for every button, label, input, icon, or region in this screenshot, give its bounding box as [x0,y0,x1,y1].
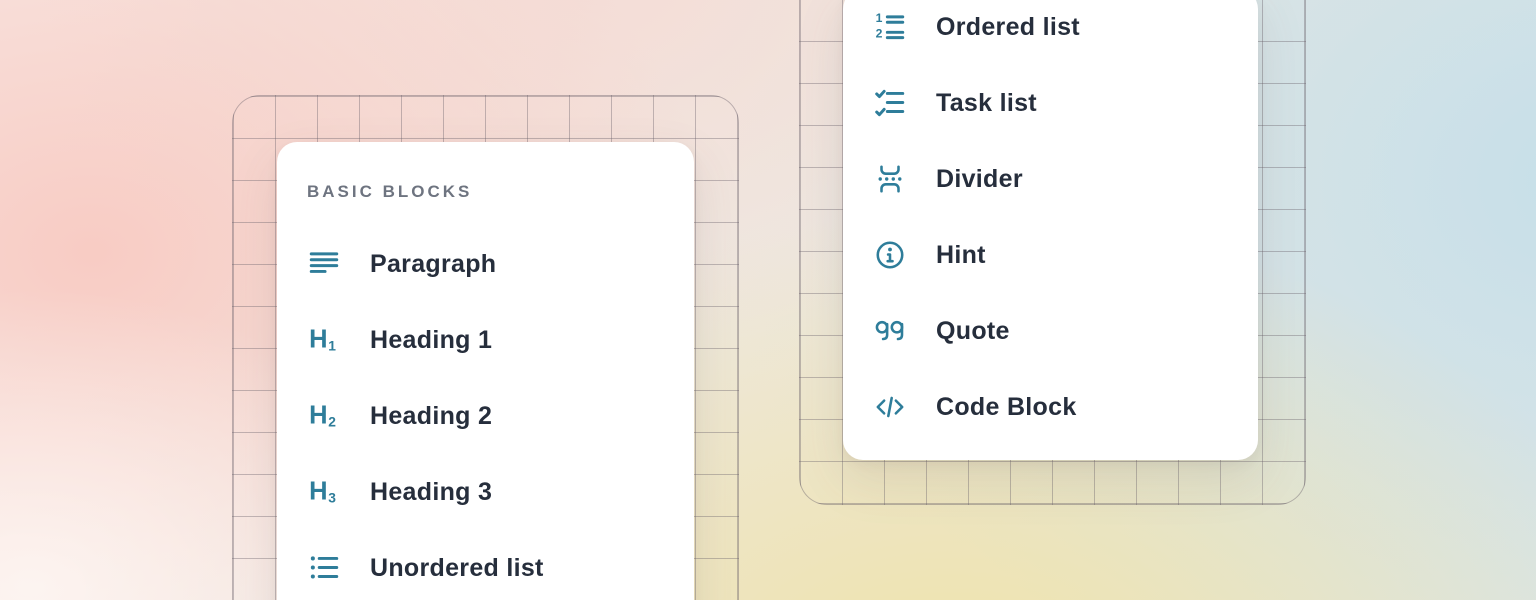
icon-unordered-list [307,551,341,585]
basic-blocks-list: Paragraph Heading 1 Heading 2 Heading 3 … [307,226,664,600]
icon-quote [873,314,907,348]
block-menu-item[interactable]: Paragraph [307,226,664,302]
icon-task-list [873,86,907,120]
block-menu-item-label: Heading 1 [370,326,492,355]
block-menu-item-label: Ordered list [936,13,1080,42]
block-menu-item[interactable]: Heading 1 [307,302,664,378]
icon-heading-1 [307,323,341,357]
block-menu-item[interactable]: Ordered list [873,0,1228,65]
hero-background: BASIC BLOCKS Paragraph Heading 1 Heading… [0,0,1536,600]
block-menu-item-label: Paragraph [370,250,496,279]
icon-divider [873,162,907,196]
icon-heading-3 [307,475,341,509]
block-menu-item-label: Hint [936,241,986,270]
block-menu-item-label: Quote [936,317,1010,346]
icon-paragraph [307,247,341,281]
block-menu-advanced-blocks: Ordered list Task list Divider Hint Quot… [843,0,1258,460]
block-menu-item[interactable]: Hint [873,217,1228,293]
block-menu-item-label: Task list [936,89,1037,118]
block-menu-item[interactable]: Heading 3 [307,454,664,530]
block-menu-item[interactable]: Code Block [873,369,1228,445]
block-menu-item[interactable]: Task list [873,65,1228,141]
advanced-blocks-list: Ordered list Task list Divider Hint Quot… [873,0,1228,445]
block-menu-item-label: Heading 2 [370,402,492,431]
icon-code-block [873,390,907,424]
basic-blocks-header: BASIC BLOCKS [307,182,664,202]
block-menu-item-label: Code Block [936,393,1077,422]
icon-hint [873,238,907,272]
icon-ordered-list [873,10,907,44]
block-menu-item[interactable]: Quote [873,293,1228,369]
block-menu-item-label: Unordered list [370,554,544,583]
block-menu-item-label: Heading 3 [370,478,492,507]
icon-heading-2 [307,399,341,433]
block-menu-item[interactable]: Unordered list [307,530,664,600]
block-menu-basic-blocks: BASIC BLOCKS Paragraph Heading 1 Heading… [277,142,694,600]
block-menu-item[interactable]: Divider [873,141,1228,217]
block-menu-item-label: Divider [936,165,1023,194]
block-menu-item[interactable]: Heading 2 [307,378,664,454]
